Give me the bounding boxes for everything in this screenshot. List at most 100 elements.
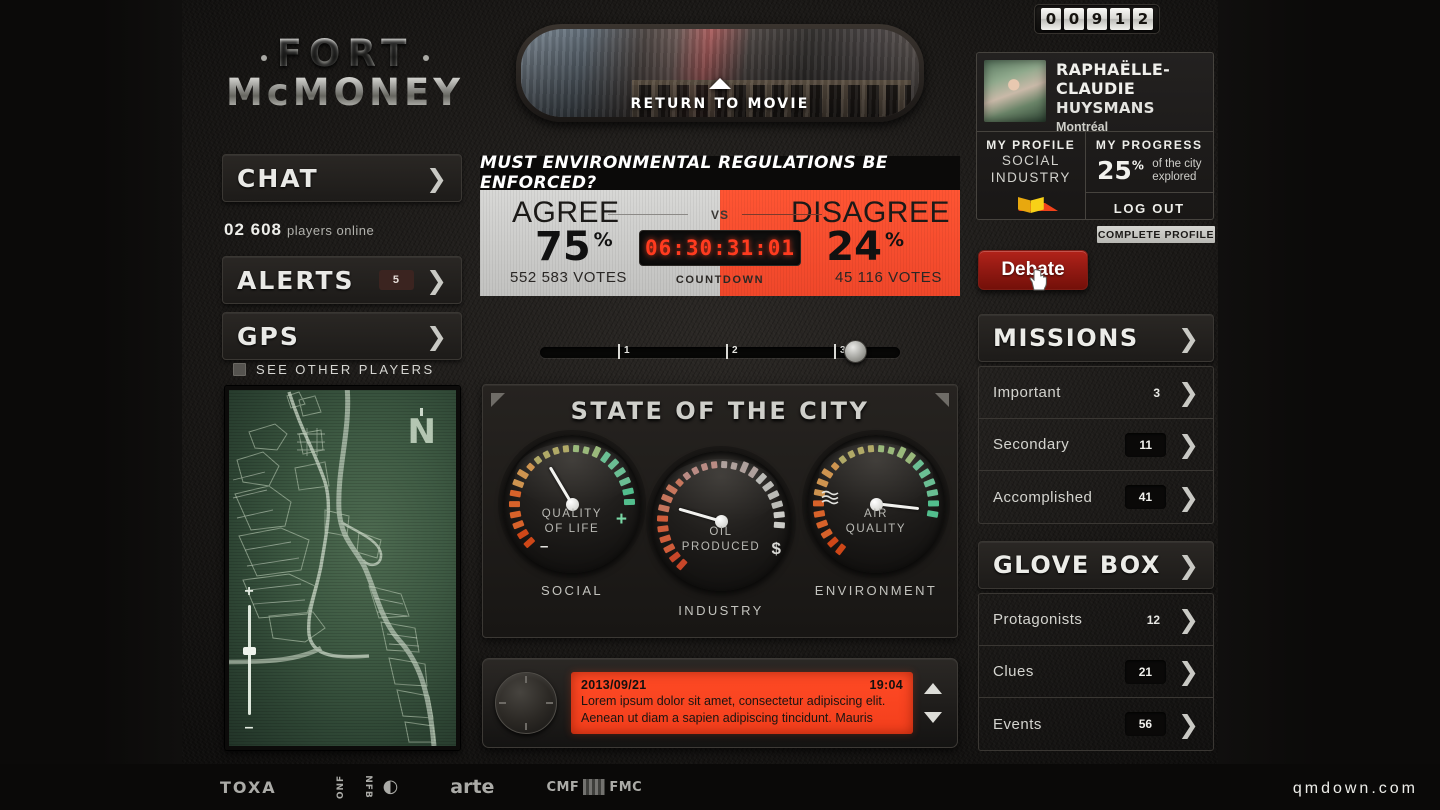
news-date: 2013/09/21	[581, 678, 647, 692]
app-root: FORT McMONEY CHAT ❯ 02 608 players online…	[0, 0, 1440, 810]
see-other-players-toggle[interactable]: SEE OTHER PLAYERS	[233, 362, 435, 377]
footer-logos: TOXA ONF NFB ◐ arte CMF FMC	[220, 775, 642, 799]
gauge-segment	[562, 445, 570, 453]
glove-row-clues[interactable]: Clues 21 ❯	[979, 646, 1213, 698]
row-label: Important	[993, 384, 1061, 401]
chevron-up-icon[interactable]	[924, 683, 942, 694]
triangle-up-icon	[709, 78, 731, 89]
corner-ornament-right	[935, 393, 949, 407]
players-online: 02 608 players online	[224, 220, 374, 240]
logo-dot-left	[260, 54, 267, 61]
watermark: qmdown.com	[1292, 780, 1418, 797]
state-of-the-city-panel: STATE OF THE CITY QUALITY OF LIFE + – SO…	[482, 384, 958, 638]
return-to-movie-button[interactable]: RETURN TO MOVIE	[516, 96, 924, 112]
mission-row-secondary[interactable]: Secondary 11 ❯	[979, 419, 1213, 471]
waves-icon	[821, 490, 839, 505]
zoom-slider-knob[interactable]	[242, 647, 256, 655]
counter-digit: 9	[1087, 8, 1107, 30]
row-count: 21	[1124, 659, 1167, 684]
gauge-segment	[710, 461, 718, 469]
user-profile-card: RAPHAËLLE-CLAUDIE HUYSMANS Montréal MY P…	[976, 52, 1214, 220]
avatar	[984, 60, 1046, 122]
glove-box-header[interactable]: GLOVE BOX ❯	[978, 541, 1214, 589]
progress-text-line2: explored	[1152, 170, 1197, 183]
my-progress-section: MY PROGRESS 25% of the city explored LOG…	[1085, 132, 1213, 220]
rearview-mirror-video[interactable]: RETURN TO MOVIE	[516, 24, 924, 122]
chevron-right-icon: ❯	[1178, 482, 1199, 512]
logout-button[interactable]: LOG OUT	[1085, 192, 1213, 216]
sidebar-item-chat[interactable]: CHAT ❯	[222, 154, 462, 202]
mouse-cursor-hand-icon	[1029, 269, 1047, 291]
row-count: 3	[1153, 385, 1161, 400]
radio-dial-knob[interactable]	[495, 672, 557, 734]
counter-digit: 1	[1110, 8, 1130, 30]
logo-nfb-onf[interactable]: ONF NFB ◐	[329, 775, 398, 799]
glove-box-list: Protagonists 12 ❯ Clues 21 ❯ Events 56 ❯	[978, 593, 1214, 751]
chevron-right-icon: ❯	[426, 163, 447, 193]
mission-row-accomplished[interactable]: Accomplished 41 ❯	[979, 471, 1213, 523]
row-count: 11	[1125, 432, 1167, 457]
zoom-slider-track[interactable]	[242, 605, 256, 715]
score-counter: 0 0 9 1 2	[1034, 4, 1160, 34]
countdown-display: 06:30:31:01	[639, 230, 801, 266]
zoom-out-button[interactable]: –	[241, 720, 257, 736]
poll-history-slider[interactable]: 1 2 3	[540, 340, 900, 364]
gauge-segment	[720, 460, 728, 469]
chevron-right-icon: ❯	[426, 321, 447, 351]
app-logo: FORT McMONEY	[222, 32, 468, 114]
right-edge-vignette	[1218, 0, 1440, 810]
disagree-votes: 45 116 VOTES	[835, 269, 942, 286]
row-label: Accomplished	[993, 488, 1093, 506]
missions-title: MISSIONS	[993, 324, 1139, 352]
slider-tick-1: 1	[618, 344, 630, 359]
gauge-air-quality[interactable]: AIR QUALITY	[807, 435, 945, 573]
progress-percent: 25%	[1097, 156, 1144, 185]
logo-arte[interactable]: arte	[450, 776, 494, 798]
see-other-players-label: SEE OTHER PLAYERS	[256, 362, 435, 377]
chevron-down-icon[interactable]	[924, 712, 942, 723]
missions-header[interactable]: MISSIONS ❯	[978, 314, 1214, 362]
gauge-segment	[877, 444, 885, 453]
glove-row-protagonists[interactable]: Protagonists 12 ❯	[979, 594, 1213, 646]
gauge-label-line2: QUALITY	[845, 523, 907, 535]
counter-digit: 0	[1064, 8, 1084, 30]
news-screen: 2013/09/21 19:04 Lorem ipsum dolor sit a…	[571, 672, 913, 734]
news-ticker-radio: 2013/09/21 19:04 Lorem ipsum dolor sit a…	[482, 658, 958, 748]
poll-question: MUST ENVIRONMENTAL REGULATIONS BE ENFORC…	[480, 153, 960, 193]
gps-map[interactable]: N + –	[225, 386, 460, 750]
news-scroll-controls[interactable]	[921, 674, 945, 732]
poll-widget: MUST ENVIRONMENTAL REGULATIONS BE ENFORC…	[480, 153, 960, 296]
glove-row-events[interactable]: Events 56 ❯	[979, 698, 1213, 750]
chat-label: CHAT	[237, 163, 319, 193]
sidebar-item-alerts[interactable]: ALERTS 5 ❯	[222, 256, 462, 304]
alerts-label: ALERTS	[237, 265, 355, 295]
poll-vs-label: VS	[710, 208, 729, 222]
gauge-label-line1: AIR	[864, 508, 888, 520]
zoom-in-button[interactable]: +	[241, 584, 257, 600]
compass-icon: N	[408, 408, 436, 449]
profile-tag-industry: INDUSTRY	[990, 170, 1071, 185]
logo-toxa[interactable]: TOXA	[220, 778, 277, 797]
dollar-icon: $	[771, 539, 781, 558]
checkbox-icon[interactable]	[233, 363, 246, 376]
sidebar-item-gps[interactable]: GPS ❯	[222, 312, 462, 360]
left-edge-vignette	[0, 0, 182, 810]
footer-bar: TOXA ONF NFB ◐ arte CMF FMC qmdown.com	[0, 764, 1440, 810]
map-zoom-control[interactable]: + –	[241, 584, 257, 736]
gauge-quality-of-life[interactable]: QUALITY OF LIFE + –	[503, 435, 641, 573]
gauge-caption-industry: INDUSTRY	[678, 603, 764, 618]
gauge-caption-social: SOCIAL	[540, 583, 604, 598]
gps-label: GPS	[237, 321, 300, 351]
logo-cmf-fmc[interactable]: CMF FMC	[546, 779, 642, 795]
mission-row-important[interactable]: Important 3 ❯	[979, 367, 1213, 419]
chevron-right-icon: ❯	[426, 265, 447, 295]
gauge-oil-produced[interactable]: OIL PRODUCED $	[651, 451, 791, 591]
agree-percent: 75%	[535, 224, 613, 270]
gauge-segment	[867, 444, 875, 453]
chevron-right-icon: ❯	[1178, 378, 1199, 407]
disagree-percent: 24%	[826, 224, 904, 270]
my-profile-section[interactable]: MY PROFILE SOCIAL INDUSTRY	[977, 132, 1086, 220]
complete-profile-button[interactable]: COMPLETE PROFILE	[1097, 226, 1215, 243]
slider-knob[interactable]	[844, 340, 867, 363]
chevron-right-icon: ❯	[1178, 657, 1199, 686]
